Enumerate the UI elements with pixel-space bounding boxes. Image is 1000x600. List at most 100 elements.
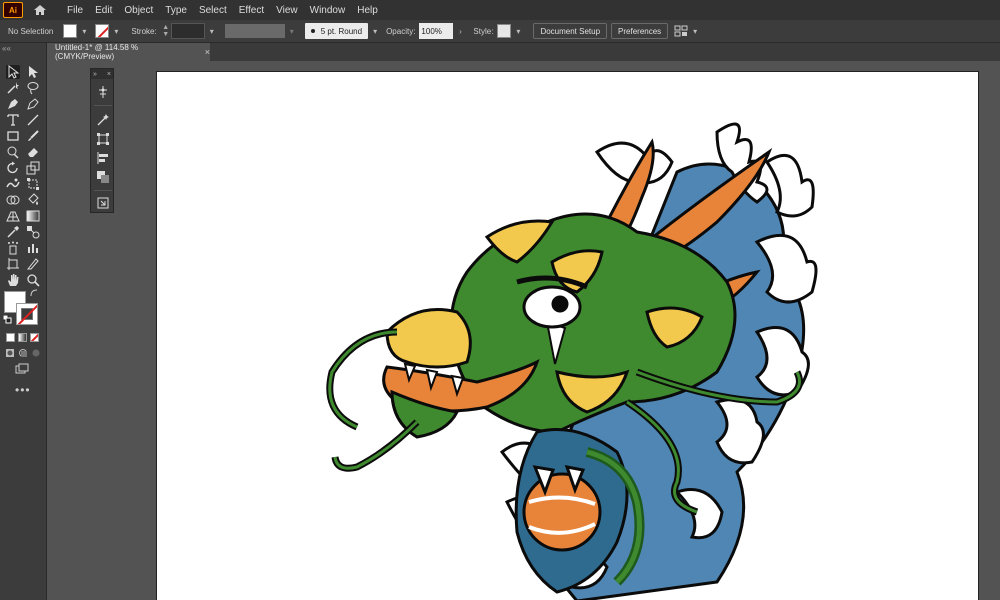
stroke-swatch[interactable] — [95, 24, 110, 38]
menu-object[interactable]: Object — [118, 5, 159, 16]
none-mode-icon[interactable] — [30, 333, 39, 342]
arrange-dropdown-icon[interactable]: ▾ — [690, 26, 700, 36]
document-setup-button[interactable]: Document Setup — [533, 23, 608, 39]
direct-selection-arrow-icon — [29, 66, 38, 78]
stroke-color-box[interactable] — [16, 303, 38, 325]
stroke-stepper[interactable]: ▲ ▼ — [161, 23, 171, 39]
shape-builder-icon — [6, 195, 20, 205]
swap-fill-stroke-icon[interactable] — [30, 289, 38, 297]
draw-inside-icon[interactable] — [31, 348, 41, 358]
artboards-icon — [97, 197, 109, 209]
stroke-weight-dropdown-icon[interactable]: ▾ — [207, 26, 217, 36]
menu-help[interactable]: Help — [351, 5, 384, 16]
warp-tool[interactable] — [6, 177, 20, 191]
floating-panel-close[interactable]: × — [107, 71, 111, 78]
brush-definition-field[interactable]: 5 pt. Round — [304, 23, 369, 39]
opacity-field[interactable]: 100% — [419, 23, 454, 39]
fill-dropdown-icon[interactable]: ▾ — [79, 26, 89, 36]
live-paint-tool[interactable] — [26, 193, 40, 207]
menu-effect[interactable]: Effect — [233, 5, 270, 16]
zoom-tool[interactable] — [26, 273, 40, 287]
slice-tool[interactable] — [26, 257, 40, 271]
brush-dropdown-icon[interactable]: ▾ — [370, 26, 380, 36]
menu-view[interactable]: View — [270, 5, 304, 16]
column-graph-tool[interactable] — [26, 241, 40, 255]
preferences-button[interactable]: Preferences — [611, 23, 669, 39]
hand-tool[interactable] — [6, 273, 20, 287]
document-tab-bar: Untitled-1* @ 114.58 % (CMYK/Preview) × — [47, 43, 1000, 61]
gradient-mode-icon[interactable] — [18, 333, 27, 342]
artboard-tool[interactable] — [6, 257, 20, 271]
perspective-grid-tool[interactable] — [6, 209, 20, 223]
live-paint-bucket-icon — [28, 193, 39, 205]
screen-mode-icon[interactable] — [15, 363, 29, 375]
opacity-arrow-icon[interactable]: › — [455, 26, 465, 36]
gradient-icon — [26, 210, 40, 222]
symbol-sprayer-tool[interactable] — [6, 241, 20, 255]
stroke-weight-field[interactable] — [170, 23, 205, 39]
free-transform-icon — [27, 178, 39, 190]
tools-panel-collapse[interactable]: «« — [2, 44, 11, 53]
menu-type[interactable]: Type — [159, 5, 193, 16]
artboard[interactable] — [156, 71, 979, 600]
variable-width-field[interactable] — [224, 24, 285, 38]
color-mode-icon[interactable] — [6, 333, 15, 342]
stroke-dropdown-icon[interactable]: ▾ — [111, 26, 121, 36]
blend-tool[interactable] — [26, 225, 40, 239]
puppet-warp-tool[interactable] — [96, 85, 110, 99]
opacity-value: 100% — [421, 26, 442, 36]
column-graph-icon — [28, 244, 38, 253]
floating-panel-grip[interactable]: » — [93, 71, 97, 78]
curvature-tool[interactable] — [26, 97, 40, 111]
line-segment-icon — [27, 114, 39, 126]
scale-tool[interactable] — [26, 161, 40, 175]
variable-width-dropdown-icon[interactable]: ▾ — [287, 26, 297, 36]
fill-swatch[interactable] — [63, 24, 78, 38]
floating-panel-header[interactable]: » × — [91, 69, 113, 79]
pen-icon — [8, 99, 18, 109]
opacity-label[interactable]: Opacity: — [386, 27, 415, 36]
document-tab[interactable]: Untitled-1* @ 114.58 % (CMYK/Preview) × — [47, 43, 210, 61]
selection-status: No Selection — [8, 26, 54, 36]
shaper-tool[interactable] — [6, 145, 20, 159]
rectangle-icon — [7, 131, 19, 141]
artboards-panel-tool[interactable] — [96, 196, 110, 210]
pathfinder-tool[interactable] — [96, 170, 110, 184]
arrange-documents-icon[interactable] — [674, 24, 688, 38]
free-transform-tool[interactable] — [26, 177, 40, 191]
menu-file[interactable]: File — [61, 5, 89, 16]
align-tool[interactable] — [96, 151, 110, 165]
shape-builder-tool[interactable] — [6, 193, 20, 207]
document-tab-close[interactable]: × — [205, 47, 210, 57]
lasso-icon — [27, 82, 39, 95]
transform-tool[interactable] — [96, 132, 110, 146]
graphic-style-swatch[interactable] — [497, 24, 512, 38]
rotate-tool[interactable] — [6, 161, 20, 175]
lasso-tool[interactable] — [26, 81, 40, 95]
line-segment-tool[interactable] — [26, 113, 40, 127]
eyedropper-tool[interactable] — [6, 225, 20, 239]
pen-tool[interactable] — [6, 97, 20, 111]
menu-edit[interactable]: Edit — [89, 5, 118, 16]
draw-behind-icon[interactable] — [18, 348, 28, 358]
default-fill-stroke-icon[interactable] — [3, 315, 12, 324]
edit-toolbar-more[interactable]: ••• — [15, 383, 31, 397]
artboard-icon — [7, 258, 19, 270]
menu-select[interactable]: Select — [193, 5, 233, 16]
gradient-tool[interactable] — [26, 209, 40, 223]
magic-wand-tool[interactable] — [6, 81, 20, 95]
style-dropdown-icon[interactable]: ▾ — [513, 26, 523, 36]
draw-normal-icon[interactable] — [5, 348, 15, 358]
curvature-pen-icon — [27, 98, 39, 110]
selection-tool[interactable] — [6, 64, 20, 79]
eraser-tool[interactable] — [26, 145, 40, 159]
magic-wand-icon — [7, 82, 19, 94]
magic-wand-secondary-tool[interactable] — [96, 113, 110, 127]
direct-selection-tool[interactable] — [26, 65, 40, 79]
type-icon — [7, 114, 19, 126]
menu-window[interactable]: Window — [304, 5, 352, 16]
home-icon[interactable] — [33, 3, 47, 17]
paintbrush-tool[interactable] — [26, 129, 40, 143]
rectangle-tool[interactable] — [6, 129, 20, 143]
type-tool[interactable] — [6, 113, 20, 127]
